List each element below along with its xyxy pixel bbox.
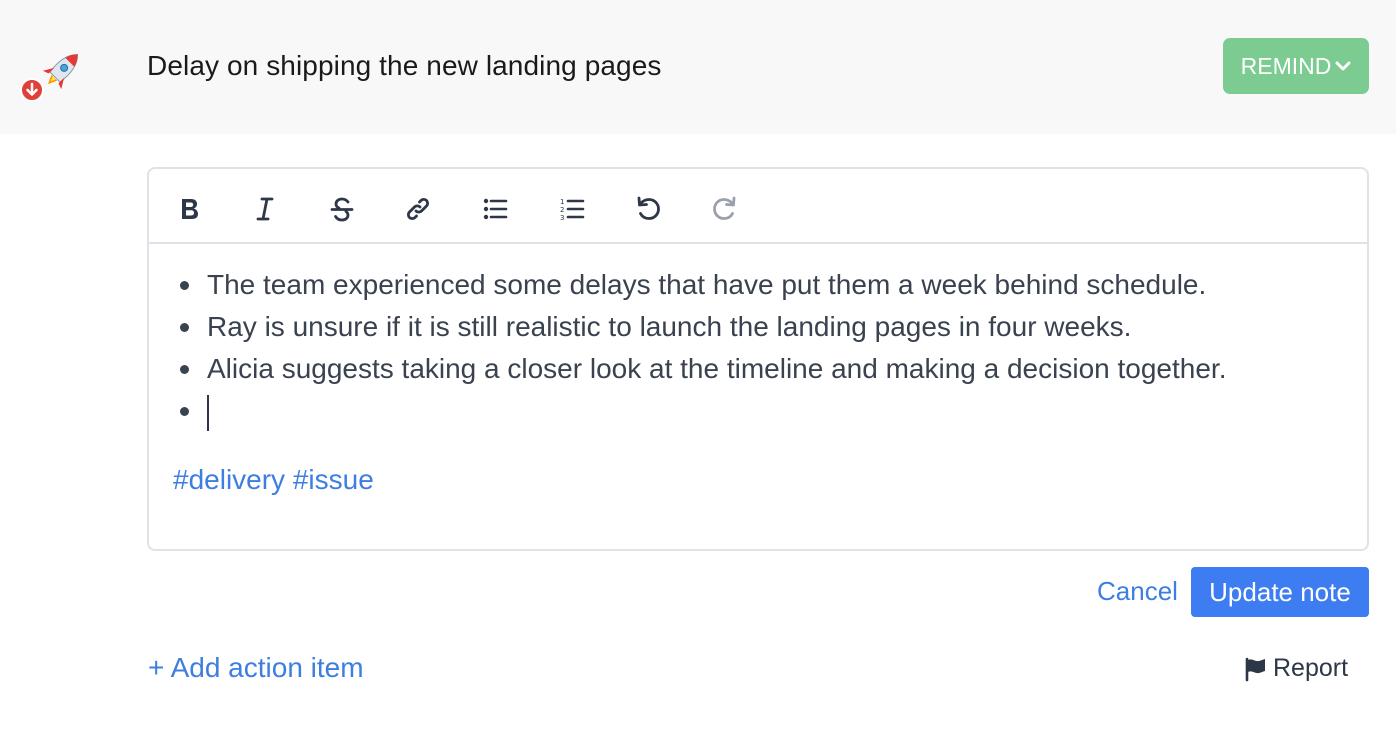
editor-toolbar: 123: [149, 169, 1367, 244]
svg-text:3: 3: [560, 214, 564, 222]
editor-content[interactable]: The team experienced some delays that ha…: [149, 244, 1367, 549]
topic-header: Delay on shipping the new landing pages …: [0, 0, 1396, 134]
numbered-list-icon[interactable]: 123: [552, 189, 592, 229]
svg-text:1: 1: [560, 198, 564, 206]
italic-icon[interactable]: [245, 189, 285, 229]
note-bullet-list: The team experienced some delays that ha…: [173, 264, 1226, 432]
report-button[interactable]: Report: [1243, 654, 1348, 683]
chevron-down-icon: [1335, 61, 1351, 71]
flag-icon: [1245, 657, 1265, 681]
tag-issue[interactable]: #issue: [293, 464, 374, 495]
text-caret: [207, 394, 209, 431]
down-arrow-badge-icon: [20, 78, 44, 102]
list-item: Alicia suggests taking a closer look at …: [173, 348, 1226, 390]
list-item: The team experienced some delays that ha…: [173, 264, 1226, 306]
cancel-button[interactable]: Cancel: [1097, 576, 1178, 607]
rocket-icon: [18, 48, 90, 104]
link-icon[interactable]: [398, 189, 438, 229]
list-item: Ray is unsure if it is still realistic t…: [173, 306, 1226, 348]
remind-button[interactable]: REMIND: [1223, 38, 1369, 94]
undo-icon[interactable]: [628, 189, 668, 229]
bold-icon[interactable]: [169, 189, 209, 229]
bullet-list-icon[interactable]: [475, 189, 515, 229]
note-tags: #delivery #issue: [173, 464, 374, 496]
add-action-item-link[interactable]: + Add action item: [148, 652, 364, 684]
strikethrough-icon[interactable]: [322, 189, 362, 229]
update-note-button[interactable]: Update note: [1191, 567, 1369, 617]
svg-text:2: 2: [560, 206, 564, 214]
redo-icon[interactable]: [705, 189, 745, 229]
report-label: Report: [1273, 654, 1349, 682]
list-item-active: [173, 390, 1226, 432]
tag-delivery[interactable]: #delivery: [173, 464, 285, 495]
note-editor: 123 The team experienced some delays tha…: [147, 167, 1369, 551]
remind-button-label: REMIND: [1240, 52, 1332, 79]
topic-title: Delay on shipping the new landing pages: [147, 50, 662, 81]
